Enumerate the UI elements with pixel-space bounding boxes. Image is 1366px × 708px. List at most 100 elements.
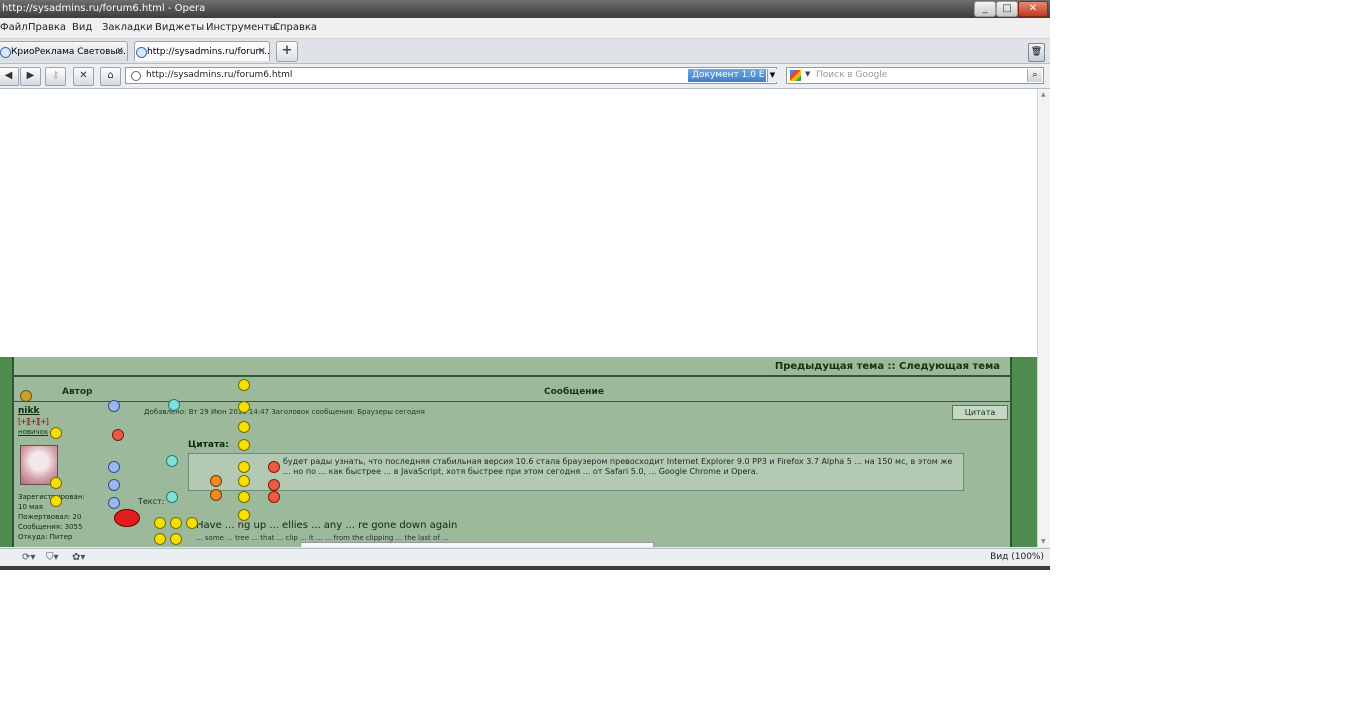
sync-icon[interactable]: ⟳▾ [22, 552, 35, 563]
smiley-icon [112, 429, 124, 441]
filter-icon[interactable]: ⛉▾ [46, 552, 59, 563]
window-close-icon[interactable]: ✕ [1018, 1, 1048, 17]
smiley-icon [186, 517, 198, 529]
forum-topic-area: Предыдущая тема :: Следующая тема Автор … [0, 357, 1037, 547]
smiley-icon [268, 479, 280, 491]
google-icon[interactable] [790, 70, 801, 81]
menu-bookmarks[interactable]: Закладки [102, 22, 153, 33]
smiley-icon [238, 439, 250, 451]
author-status: новичок [18, 428, 49, 436]
post-body-line: ... some ... tree ... that ... clip ... … [196, 534, 449, 542]
status-bar: ⟳▾ ⛉▾ ✿▾ Вид (100%) [0, 548, 1050, 567]
smiley-icon [166, 455, 178, 467]
smiley-icon [50, 427, 62, 439]
browser-window: http://sysadmins.ru/forum6.html - Opera … [0, 0, 1050, 570]
tab-sysadmins[interactable]: http://sysadmins.ru/forum... ✕ [134, 41, 270, 61]
menu-edit[interactable]: Правка [28, 22, 66, 33]
smiley-icon [50, 477, 62, 489]
smiley-icon [108, 400, 120, 412]
smiley-icon [268, 461, 280, 473]
title-bar: http://sysadmins.ru/forum6.html - Opera … [0, 0, 1050, 18]
window-bottom-border [0, 566, 1050, 570]
page-content: Предыдущая тема :: Следующая тема Автор … [0, 89, 1037, 547]
smiley-icon [238, 475, 250, 487]
search-engine-dropdown-icon[interactable]: ▼ [805, 70, 810, 78]
search-field[interactable]: ▼ Поиск в Google ⌕ [786, 67, 1044, 84]
zoom-indicator[interactable]: Вид (100%) [990, 552, 1044, 562]
stop-icon[interactable]: ✕ [73, 67, 94, 86]
tab-label: http://sysadmins.ru/forum... [147, 47, 270, 57]
smiley-icon [268, 491, 280, 503]
quote-label: Цитата: [188, 440, 229, 450]
author-info-location: Откуда: Питер [18, 533, 73, 541]
quote-block: будет рады узнать, что последняя стабиль… [188, 453, 964, 491]
tab-criareklama[interactable]: КриоРеклама Световые... ✕ [0, 41, 128, 61]
smiley-icon [238, 401, 250, 413]
smiley-icon [238, 491, 250, 503]
window-min-icon[interactable]: _ [974, 1, 996, 17]
smiley-icon [166, 491, 178, 503]
window-title: http://sysadmins.ru/forum6.html - Opera [2, 3, 206, 14]
menu-bar: Файл Правка Вид Закладки Виджеты Инструм… [0, 18, 1050, 39]
smiley-icon [238, 461, 250, 473]
trash-icon[interactable]: 🗑 [1028, 43, 1045, 62]
smiley-icon [50, 495, 62, 507]
tab-bar: КриоРеклама Световые... ✕ http://sysadmi… [0, 39, 1050, 64]
smiley-icon [168, 399, 180, 411]
back-icon[interactable]: ◀ [0, 67, 19, 86]
post-text-label: Текст: [138, 497, 165, 506]
post-author-name[interactable]: nikk [18, 406, 39, 416]
smiley-icon [210, 489, 222, 501]
scroll-down-icon[interactable]: ▼ [1041, 538, 1046, 545]
address-field[interactable]: http://sysadmins.ru/forum6.html [125, 67, 777, 84]
new-tab-button[interactable]: + [276, 41, 298, 62]
forward-icon[interactable]: ▶ [20, 67, 41, 86]
smiley-icon [210, 475, 222, 487]
vertical-scrollbar[interactable]: ▲ ▼ [1037, 89, 1050, 547]
page-info-icon[interactable] [131, 71, 141, 81]
settings-icon[interactable]: ✿▾ [72, 552, 85, 563]
tab-page-icon [136, 47, 147, 58]
document-mode-button[interactable]: Документ 1.0 E [688, 69, 766, 82]
pig-emoticon-icon [114, 509, 140, 527]
address-url: http://sysadmins.ru/forum6.html [146, 70, 293, 80]
column-author: Автор [62, 387, 93, 397]
column-message: Сообщение [544, 387, 604, 397]
author-info-donated: Пожертвовал: 20 [18, 513, 82, 521]
tooltip-popup [300, 542, 654, 547]
topic-navigation-links[interactable]: Предыдущая тема :: Следующая тема [775, 361, 1000, 372]
smiley-icon [170, 517, 182, 529]
post-body-line: Have ... ng up ... ellies ... any ... re… [196, 520, 458, 531]
tab-close-icon[interactable]: ✕ [116, 42, 124, 61]
smiley-icon [238, 379, 250, 391]
smiley-icon [170, 533, 182, 545]
smiley-icon [238, 421, 250, 433]
smiley-icon [108, 461, 120, 473]
post-meta: Добавлено: Вт 29 Июн 2010 14:47 Заголово… [144, 408, 425, 416]
tab-page-icon [0, 47, 11, 58]
quote-button[interactable]: Цитата [952, 405, 1008, 420]
tab-label: КриоРеклама Световые... [11, 47, 128, 57]
smiley-icon [108, 479, 120, 491]
menu-widgets[interactable]: Виджеты [155, 22, 204, 33]
divider [14, 375, 1010, 377]
author-rank: [+][+][+] [18, 417, 49, 426]
smiley-icon [154, 533, 166, 545]
smiley-icon [108, 497, 120, 509]
scroll-up-icon[interactable]: ▲ [1041, 91, 1046, 98]
author-info-posts: Сообщения: 3055 [18, 523, 83, 531]
home-icon[interactable]: ⌂ [100, 67, 121, 86]
menu-file[interactable]: Файл [0, 22, 28, 33]
forum-table: Предыдущая тема :: Следующая тема Автор … [12, 357, 1012, 547]
chevron-down-icon[interactable]: ▼ [767, 69, 777, 82]
tab-close-icon[interactable]: ✕ [258, 42, 266, 61]
menu-help[interactable]: Справка [273, 22, 317, 33]
key-icon[interactable]: ⚷ [45, 67, 66, 86]
menu-view[interactable]: Вид [72, 22, 92, 33]
search-placeholder: Поиск в Google [816, 70, 888, 80]
smiley-icon [154, 517, 166, 529]
smiley-icon [238, 509, 250, 521]
window-max-icon[interactable]: □ [996, 1, 1018, 17]
menu-tools[interactable]: Инструменты [206, 22, 278, 33]
search-icon[interactable]: ⌕ [1027, 69, 1042, 82]
